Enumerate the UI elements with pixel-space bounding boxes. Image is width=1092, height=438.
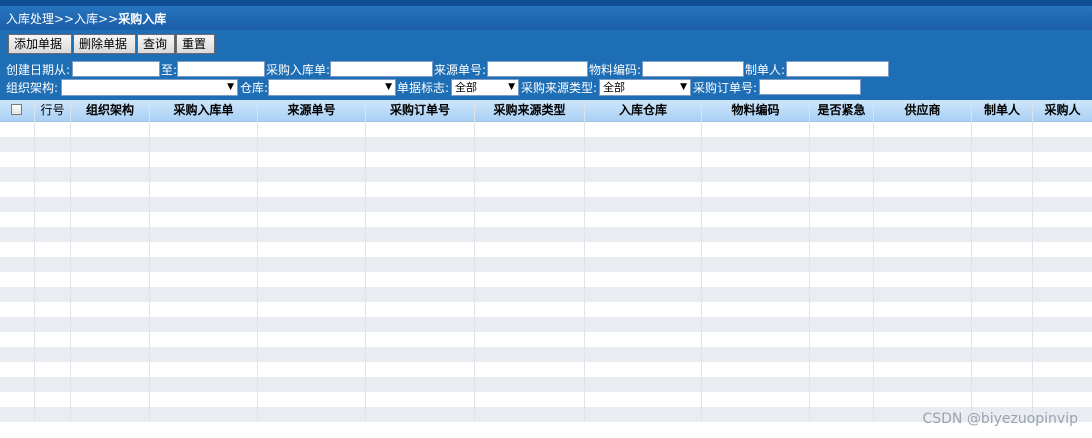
col-header[interactable]: 采购来源类型 (475, 100, 585, 121)
title-bar: 入库处理>>入库>>采购入库 (0, 0, 1092, 30)
chevron-down-icon: ▼ (227, 82, 234, 92)
material-code-input[interactable] (642, 61, 744, 77)
table-row (0, 122, 1092, 137)
org-label: 组织架构: (6, 81, 59, 95)
select-all-checkbox[interactable] (11, 104, 22, 115)
material-code-label: 物料编码: (589, 63, 642, 77)
column-divider (34, 100, 35, 421)
column-divider (584, 100, 585, 421)
po-no-input[interactable] (759, 79, 861, 95)
table-row (0, 302, 1092, 317)
table-row (0, 212, 1092, 227)
table-row (0, 152, 1092, 167)
col-header[interactable]: 供应商 (874, 100, 972, 121)
filter-panel: 创建日期从: 至: 采购入库单: 来源单号: 物料编码: 制单人: 组织架构: … (0, 58, 1092, 100)
grid-header: 行号 组织架构 采购入库单 来源单号 采购订单号 采购来源类型 入库仓库 物料编… (0, 100, 1092, 122)
reset-button[interactable]: 重置 (176, 34, 215, 54)
col-header[interactable]: 入库仓库 (585, 100, 702, 121)
table-row (0, 242, 1092, 257)
column-divider (809, 100, 810, 421)
col-header[interactable]: 采购人 (1033, 100, 1092, 121)
chevron-down-icon: ▼ (508, 82, 515, 92)
created-from-label: 创建日期从: (6, 63, 71, 77)
col-header[interactable]: 是否紧急 (810, 100, 874, 121)
table-row (0, 197, 1092, 212)
col-header[interactable]: 来源单号 (258, 100, 366, 121)
doc-flag-select[interactable]: 全部 ▼ (451, 79, 519, 96)
data-grid: 行号 组织架构 采购入库单 来源单号 采购订单号 采购来源类型 入库仓库 物料编… (0, 100, 1092, 422)
po-no-label: 采购订单号: (693, 81, 758, 95)
creator-input[interactable] (786, 61, 889, 77)
grid-body (0, 122, 1092, 422)
col-header[interactable]: 采购订单号 (366, 100, 475, 121)
table-row (0, 377, 1092, 392)
created-from-input[interactable] (72, 61, 160, 77)
toolbar: 添加单据 删除单据 查询 重置 (0, 30, 1092, 58)
chevron-down-icon: ▼ (385, 82, 392, 92)
title-accent (0, 0, 1092, 6)
table-row (0, 287, 1092, 302)
add-document-button[interactable]: 添加单据 (8, 34, 72, 54)
column-divider (474, 100, 475, 421)
breadcrumb: 入库处理>>入库>>采购入库 (6, 11, 166, 27)
table-row (0, 317, 1092, 332)
table-row (0, 272, 1092, 287)
watermark: CSDN @biyezuopinvip (922, 411, 1078, 427)
creator-label: 制单人: (745, 63, 786, 77)
purchase-inbound-input[interactable] (330, 61, 433, 77)
table-row (0, 182, 1092, 197)
column-divider (257, 100, 258, 421)
breadcrumb-path: 入库处理>>入库>> (6, 12, 119, 26)
source-type-label: 采购来源类型: (521, 81, 598, 95)
source-no-input[interactable] (487, 61, 588, 77)
doc-flag-value: 全部 (455, 81, 477, 94)
org-select[interactable]: ▼ (61, 79, 238, 96)
col-header[interactable]: 行号 (35, 100, 71, 121)
query-button[interactable]: 查询 (137, 34, 175, 54)
column-divider (1032, 100, 1033, 421)
warehouse-label: 仓库: (240, 81, 269, 95)
col-header[interactable]: 采购入库单 (150, 100, 258, 121)
table-row (0, 227, 1092, 242)
created-to-input[interactable] (177, 61, 265, 77)
source-type-select[interactable]: 全部 ▼ (599, 79, 691, 96)
doc-flag-label: 单据标志: (397, 81, 450, 95)
column-divider (971, 100, 972, 421)
delete-document-button[interactable]: 删除单据 (73, 34, 136, 54)
source-no-label: 来源单号: (434, 63, 487, 77)
chevron-down-icon: ▼ (680, 82, 687, 92)
col-header[interactable]: 物料编码 (702, 100, 810, 121)
column-divider (149, 100, 150, 421)
table-row (0, 257, 1092, 272)
column-divider (701, 100, 702, 421)
col-header[interactable]: 制单人 (972, 100, 1033, 121)
header-checkbox-cell (0, 100, 35, 121)
source-type-value: 全部 (603, 81, 625, 94)
table-row (0, 392, 1092, 407)
created-to-label: 至: (161, 63, 178, 77)
table-row (0, 332, 1092, 347)
table-row (0, 347, 1092, 362)
table-row (0, 137, 1092, 152)
table-row (0, 167, 1092, 182)
column-divider (70, 100, 71, 421)
warehouse-select[interactable]: ▼ (268, 79, 396, 96)
table-row (0, 362, 1092, 377)
purchase-inbound-label: 采购入库单: (266, 63, 331, 77)
column-divider (873, 100, 874, 421)
col-header[interactable]: 组织架构 (71, 100, 150, 121)
breadcrumb-current: 采购入库 (118, 12, 167, 26)
column-divider (365, 100, 366, 421)
